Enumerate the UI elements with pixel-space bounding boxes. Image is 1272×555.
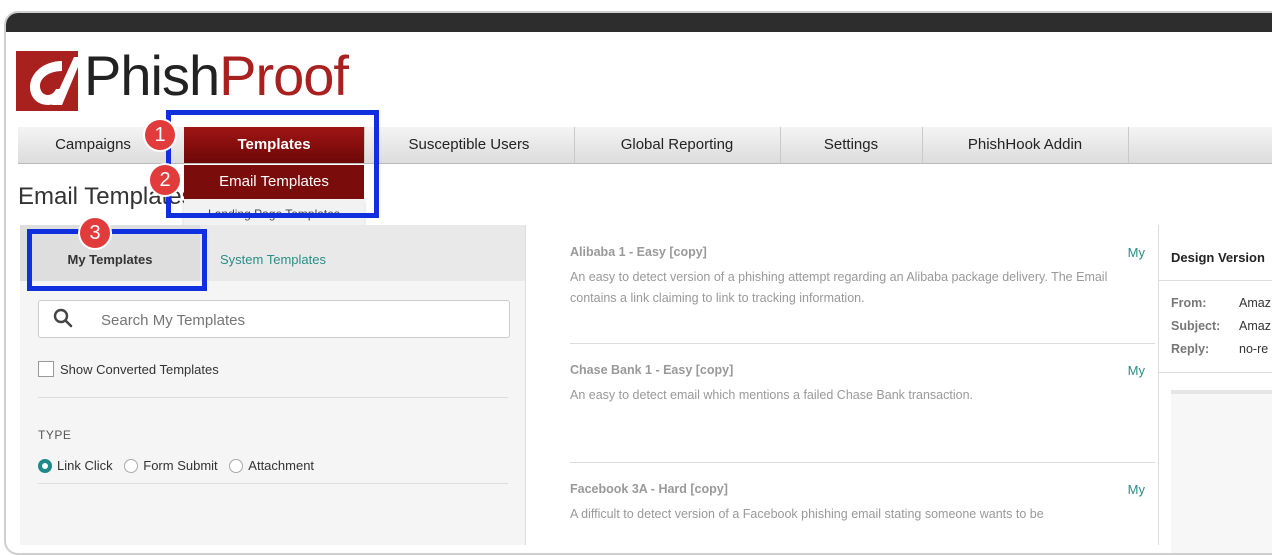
step-badge-1: 1 <box>145 120 175 150</box>
nav-item-phishhook-addin[interactable]: PhishHook Addin <box>922 127 1129 163</box>
template-list: Alibaba 1 - Easy [copy] My An easy to de… <box>526 225 1158 545</box>
card-divider <box>570 343 1155 344</box>
preview-reply-label: Reply: <box>1171 342 1210 356</box>
search-input[interactable] <box>99 307 493 333</box>
type-option-link-click-label: Link Click <box>57 458 113 473</box>
template-description: An easy to detect version of a phishing … <box>570 270 1108 305</box>
top-bar <box>6 13 1272 32</box>
preview-from-value: Amaz <box>1239 296 1271 310</box>
divider <box>1159 280 1272 281</box>
template-search <box>38 300 510 338</box>
highlight-box-templates-menu <box>166 110 379 218</box>
logo-wordmark: PhishProof <box>84 43 349 108</box>
preview-title: Design Version <box>1171 250 1265 265</box>
type-option-link-click[interactable]: Link Click <box>38 458 113 473</box>
type-option-attachment[interactable]: Attachment <box>229 458 314 473</box>
type-option-form-submit[interactable]: Form Submit <box>124 458 218 473</box>
divider <box>1159 372 1272 373</box>
phishproof-logo[interactable]: PhishProof <box>16 44 376 117</box>
card-divider <box>570 462 1155 463</box>
logo-text-main: Phish <box>84 44 220 107</box>
template-card-facebook[interactable]: Facebook 3A - Hard [copy] My A difficult… <box>570 482 1155 525</box>
radio-link-click[interactable] <box>38 459 52 473</box>
template-owner-tag: My <box>1127 482 1145 497</box>
preview-reply: Reply: no-re <box>1171 342 1268 356</box>
highlight-box-my-templates <box>27 229 207 291</box>
template-title[interactable]: Chase Bank 1 - Easy [copy] <box>570 363 1155 377</box>
type-option-attachment-label: Attachment <box>248 458 315 473</box>
search-icon <box>53 308 73 333</box>
divider <box>38 483 508 484</box>
step-badge-2: 2 <box>150 165 180 195</box>
template-description: An easy to detect email which mentions a… <box>570 388 973 402</box>
step-badge-3: 3 <box>80 218 110 248</box>
nav-item-global-reporting[interactable]: Global Reporting <box>574 127 781 163</box>
type-filter-options: Link Click Form Submit Attachment <box>38 458 322 473</box>
template-card-alibaba[interactable]: Alibaba 1 - Easy [copy] My An easy to de… <box>570 245 1155 309</box>
nav-item-susceptible-users[interactable]: Susceptible Users <box>364 127 575 163</box>
divider <box>38 397 508 398</box>
preview-reply-value: no-re <box>1239 342 1269 356</box>
logo-text-accent: Proof <box>219 44 349 107</box>
preview-subject-value: Amaz <box>1239 319 1271 333</box>
template-owner-tag: My <box>1127 245 1145 260</box>
email-preview-area <box>1171 390 1272 553</box>
preview-from: From: Amaz <box>1171 296 1271 310</box>
template-owner-tag: My <box>1127 363 1145 378</box>
preview-subject: Subject: Amaz <box>1171 319 1271 333</box>
phishproof-logo-mark-icon <box>16 51 78 111</box>
template-card-chase-bank[interactable]: Chase Bank 1 - Easy [copy] My An easy to… <box>570 363 1155 406</box>
show-converted-checkbox[interactable] <box>38 361 54 377</box>
type-option-form-submit-label: Form Submit <box>143 458 218 473</box>
preview-from-label: From: <box>1171 296 1207 310</box>
template-description: A difficult to detect version of a Faceb… <box>570 507 1044 521</box>
show-converted-toggle[interactable]: Show Converted Templates <box>38 361 219 377</box>
tab-system-templates[interactable]: System Templates <box>220 225 326 281</box>
type-filter-label: TYPE <box>38 428 72 442</box>
nav-item-settings[interactable]: Settings <box>780 127 923 163</box>
template-title[interactable]: Alibaba 1 - Easy [copy] <box>570 245 1155 259</box>
radio-form-submit[interactable] <box>124 459 139 473</box>
template-title[interactable]: Facebook 3A - Hard [copy] <box>570 482 1155 496</box>
show-converted-label: Show Converted Templates <box>60 362 219 377</box>
template-preview-panel: Design Version From: Amaz Subject: Amaz Re… <box>1158 225 1272 553</box>
radio-attachment[interactable] <box>229 459 244 473</box>
preview-subject-label: Subject: <box>1171 319 1221 333</box>
